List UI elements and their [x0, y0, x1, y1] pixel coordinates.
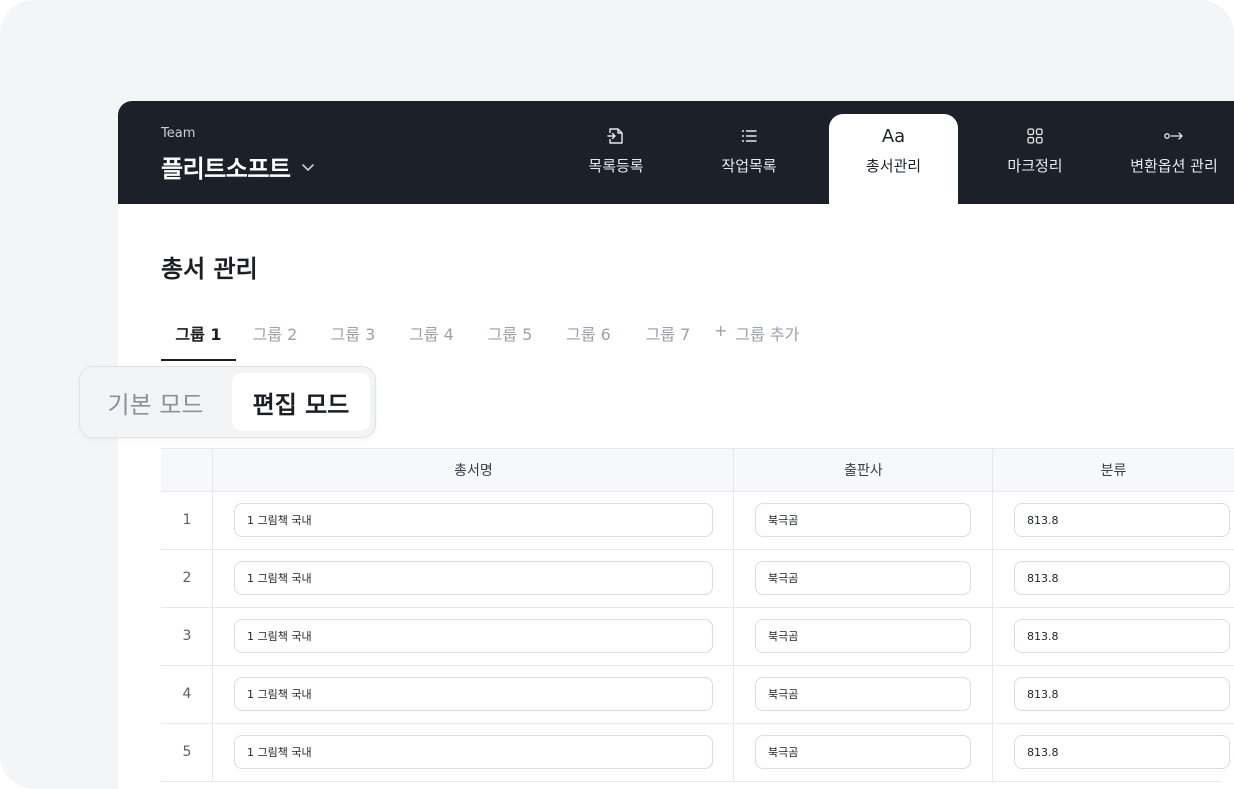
nav-tab-list-register[interactable]: 목록등록: [565, 114, 667, 204]
group-tab-label: 그룹 5: [487, 325, 533, 344]
mode-toggle: 기본 모드 편집 모드: [79, 366, 376, 438]
series-table: 총서명 출판사 분류 1 1 그림책 국내 북극곰 813.8 2 1 그림책 …: [161, 448, 1234, 789]
nav-tab-work-list[interactable]: 작업목록: [698, 114, 800, 204]
grid-icon: [1025, 126, 1045, 146]
publisher-input[interactable]: 북극곰: [755, 561, 971, 595]
table-row: 4 1 그림책 국내 북극곰 813.8: [161, 665, 1234, 724]
column-header-series-name: 총서명: [212, 449, 734, 491]
series-name-cell: 1 그림책 국내: [212, 549, 734, 607]
screenshot-frame: Team 플리트소프트 목록등록 작업목록 Aa 총서관리 마크정리 변환옵션 …: [0, 0, 1234, 789]
classification-input[interactable]: 813.8: [1014, 503, 1230, 537]
nav-tab-label: 총서관리: [865, 157, 922, 175]
row-number: 2: [182, 570, 192, 586]
nav-tab-mark-cleanup[interactable]: 마크정리: [984, 114, 1086, 204]
group-tab-3[interactable]: 그룹 3: [314, 321, 392, 361]
group-tab-2[interactable]: 그룹 2: [236, 321, 314, 361]
row-number: 1: [182, 512, 192, 528]
file-import-icon: [606, 126, 626, 146]
add-group-label: 그룹 추가: [735, 325, 800, 344]
app-window: Team 플리트소프트 목록등록 작업목록 Aa 총서관리 마크정리 변환옵션 …: [118, 101, 1234, 789]
plus-icon: +: [714, 321, 728, 340]
publisher-cell: 북극곰: [733, 723, 993, 781]
add-group-button[interactable]: + 그룹 추가: [714, 321, 799, 345]
team-switcher[interactable]: 플리트소프트: [161, 149, 316, 184]
page-title: 총서 관리: [161, 255, 258, 283]
edit-mode-button[interactable]: 편집 모드: [232, 373, 370, 431]
series-name-input[interactable]: 1 그림책 국내: [234, 561, 713, 595]
nav-tab-conversion-options[interactable]: 변환옵션 관리: [1118, 114, 1230, 204]
group-tabs: 그룹 1 그룹 2 그룹 3 그룹 4 그룹 5 그룹 6 그룹 7 + 그룹 …: [161, 321, 799, 361]
table-row: 5 1 그림책 국내 북극곰 813.8: [161, 723, 1234, 782]
group-tab-label: 그룹 3: [330, 325, 376, 344]
classification-cell: 813.8: [992, 665, 1234, 723]
active-tab-underline: [161, 359, 236, 361]
list-icon: [739, 126, 759, 146]
group-tab-4[interactable]: 그룹 4: [392, 321, 471, 361]
nav-tab-series-management[interactable]: Aa 총서관리: [829, 114, 958, 204]
publisher-input[interactable]: 북극곰: [755, 677, 971, 711]
publisher-input[interactable]: 북극곰: [755, 619, 971, 653]
top-navigation-bar: Team 플리트소프트 목록등록 작업목록 Aa 총서관리 마크정리 변환옵션 …: [118, 101, 1234, 204]
nav-tab-label: 목록등록: [588, 157, 644, 175]
group-tab-label: 그룹 6: [566, 325, 611, 344]
series-name-cell: 1 그림책 국내: [212, 491, 734, 549]
group-tab-label: 그룹 7: [645, 325, 691, 344]
publisher-cell: 북극곰: [733, 665, 993, 723]
series-name-input[interactable]: 1 그림책 국내: [234, 677, 713, 711]
series-name-cell: 1 그림책 국내: [212, 723, 734, 781]
classification-cell: 813.8: [992, 549, 1234, 607]
publisher-cell: 북극곰: [733, 549, 993, 607]
publisher-cell: 북극곰: [733, 491, 993, 549]
chevron-down-icon: [302, 163, 315, 171]
table-row: 1 1 그림책 국내 북극곰 813.8: [161, 491, 1234, 550]
font-icon: Aa: [881, 125, 906, 147]
convert-arrow-icon: [1162, 126, 1186, 146]
group-tab-7[interactable]: 그룹 7: [628, 321, 708, 361]
group-tab-6[interactable]: 그룹 6: [549, 321, 628, 361]
publisher-cell: 북극곰: [733, 607, 993, 665]
classification-cell: 813.8: [992, 491, 1234, 549]
publisher-input[interactable]: 북극곰: [755, 503, 971, 537]
classification-input[interactable]: 813.8: [1014, 677, 1230, 711]
classification-cell: 813.8: [992, 607, 1234, 665]
index-column-header: [161, 449, 213, 491]
classification-input[interactable]: 813.8: [1014, 561, 1230, 595]
nav-tab-label: 변환옵션 관리: [1130, 157, 1218, 175]
table-header: 총서명 출판사 분류: [161, 449, 1234, 492]
series-name-input[interactable]: 1 그림책 국내: [234, 619, 713, 653]
column-header-classification: 분류: [992, 449, 1234, 491]
nav-tab-label: 마크정리: [1007, 157, 1063, 175]
series-name-input[interactable]: 1 그림책 국내: [234, 735, 713, 769]
group-tab-label: 그룹 4: [409, 325, 454, 344]
nav-tab-label: 작업목록: [721, 157, 777, 175]
row-number: 5: [182, 744, 192, 760]
group-tab-1[interactable]: 그룹 1: [161, 321, 236, 361]
classification-cell: 813.8: [992, 723, 1234, 781]
table-row: 3 1 그림책 국내 북극곰 813.8: [161, 607, 1234, 666]
series-name-cell: 1 그림책 국내: [212, 665, 734, 723]
row-number: 3: [182, 628, 192, 644]
table-row: 2 1 그림책 국내 북극곰 813.8: [161, 549, 1234, 608]
series-name-input[interactable]: 1 그림책 국내: [234, 503, 713, 537]
row-number: 4: [182, 686, 192, 702]
column-header-publisher: 출판사: [733, 449, 993, 491]
publisher-input[interactable]: 북극곰: [755, 735, 971, 769]
team-name: 플리트소프트: [161, 155, 291, 183]
classification-input[interactable]: 813.8: [1014, 619, 1230, 653]
classification-input[interactable]: 813.8: [1014, 735, 1230, 769]
group-tab-label: 그룹 1: [175, 325, 222, 344]
group-tab-label: 그룹 2: [252, 325, 298, 344]
series-name-cell: 1 그림책 국내: [212, 607, 734, 665]
basic-mode-button[interactable]: 기본 모드: [80, 373, 231, 431]
team-caption: Team: [161, 126, 196, 141]
group-tab-5[interactable]: 그룹 5: [471, 321, 549, 361]
